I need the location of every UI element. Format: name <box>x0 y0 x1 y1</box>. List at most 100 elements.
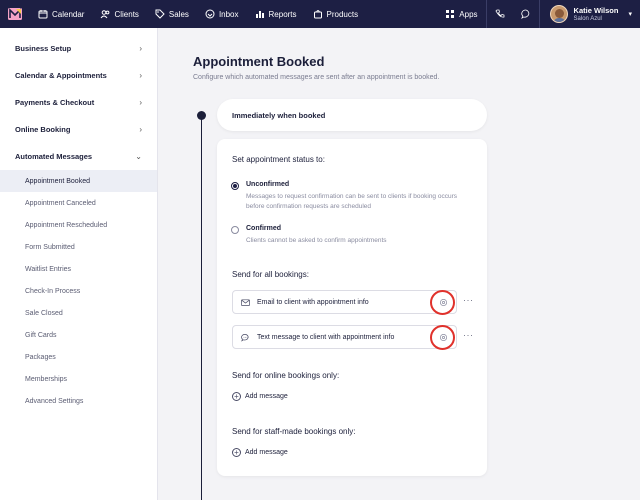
sidebar-item-label: Check-In Process <box>25 287 81 295</box>
message-row-text[interactable]: Text message to client with appointment … <box>232 325 457 349</box>
sidebar-item-appointment-rescheduled[interactable]: Appointment Rescheduled <box>0 214 157 236</box>
more-options-button[interactable]: ··· <box>463 330 474 340</box>
users-icon <box>101 10 110 19</box>
status-option-confirmed[interactable]: Confirmed Clients cannot be asked to con… <box>231 225 466 246</box>
add-message-staff-button[interactable]: + Add message <box>232 448 288 457</box>
sidebar-item-waitlist-entries[interactable]: Waitlist Entries <box>0 258 157 280</box>
timeline-dot <box>197 111 206 120</box>
sidebar-group-label: Business Setup <box>15 44 72 53</box>
sidebar-group-automated-messages[interactable]: Automated Messages ⌄ <box>0 143 157 170</box>
add-message-online-button[interactable]: + Add message <box>232 392 288 401</box>
inbox-icon <box>205 9 215 19</box>
radio-confirmed[interactable] <box>231 226 239 234</box>
status-option-unconfirmed[interactable]: Unconfirmed Messages to request confirma… <box>231 181 466 211</box>
sidebar-item-label: Gift Cards <box>25 331 57 339</box>
add-message-label: Add message <box>245 449 288 456</box>
sidebar-item-gift-cards[interactable]: Gift Cards <box>0 324 157 346</box>
nav-calendar[interactable]: Calendar <box>30 0 92 28</box>
sidebar-item-label: Form Submitted <box>25 243 75 251</box>
nav-label: Inbox <box>218 9 239 19</box>
message-label: Email to client with appointment info <box>257 298 369 306</box>
nav-products[interactable]: Products <box>305 0 367 28</box>
sidebar-item-label: Appointment Canceled <box>25 199 96 207</box>
sidebar-item-label: Memberships <box>25 375 68 383</box>
highlight-circle <box>430 325 455 350</box>
plus-circle-icon: + <box>232 448 241 457</box>
bar-chart-icon <box>255 11 264 18</box>
all-bookings-label: Send for all bookings: <box>232 270 309 279</box>
automation-card: Set appointment status to: Unconfirmed M… <box>217 139 487 476</box>
chevron-down-icon: ⌄ <box>135 152 142 161</box>
sidebar-item-memberships[interactable]: Memberships <box>0 368 157 390</box>
nav-apps[interactable]: Apps <box>437 0 485 28</box>
add-message-label: Add message <box>245 393 288 400</box>
sidebar-group-label: Online Booking <box>15 125 71 134</box>
sidebar-item-label: Appointment Rescheduled <box>25 221 108 229</box>
chevron-right-icon: › <box>139 98 142 107</box>
sidebar-group-calendar-appointments[interactable]: Calendar & Appointments › <box>0 62 157 89</box>
sidebar-group-business-setup[interactable]: Business Setup › <box>0 35 157 62</box>
sidebar-group-label: Payments & Checkout <box>15 98 95 107</box>
mail-icon <box>241 298 250 306</box>
radio-title: Confirmed <box>246 225 281 232</box>
chat-button[interactable] <box>513 0 539 28</box>
message-row-email[interactable]: Email to client with appointment info <box>232 290 457 314</box>
sidebar-item-packages[interactable]: Packages <box>0 346 157 368</box>
nav-label: Calendar <box>52 9 85 19</box>
sidebar-item-label: Waitlist Entries <box>25 265 72 273</box>
sidebar-group-label: Automated Messages <box>15 152 93 161</box>
sidebar-item-advanced-settings[interactable]: Advanced Settings <box>0 390 157 412</box>
phone-icon <box>495 9 504 18</box>
user-menu[interactable]: Katie Wilson Salon Azul ▾ <box>540 5 640 23</box>
status-section-label: Set appointment status to: <box>232 155 325 164</box>
sidebar-item-check-in-process[interactable]: Check-In Process <box>0 280 157 302</box>
nav-reports[interactable]: Reports <box>247 0 305 28</box>
chat-icon <box>520 9 529 19</box>
sidebar-item-appointment-booked[interactable]: Appointment Booked <box>0 170 157 192</box>
nav-label: Clients <box>114 9 139 19</box>
sidebar-item-form-submitted[interactable]: Form Submitted <box>0 236 157 258</box>
phone-button[interactable] <box>487 0 513 28</box>
user-location: Salon Azul <box>573 15 602 22</box>
chat-bubble-icon <box>241 333 249 342</box>
sidebar-group-payments-checkout[interactable]: Payments & Checkout › <box>0 89 157 116</box>
radio-description: Clients cannot be asked to confirm appoi… <box>246 237 387 244</box>
staff-bookings-label: Send for staff-made bookings only: <box>232 427 356 436</box>
caret-down-icon: ▾ <box>628 11 632 18</box>
avatar <box>549 5 568 23</box>
nav-clients[interactable]: Clients <box>92 0 146 28</box>
page-title: Appointment Booked <box>193 54 325 69</box>
sidebar-group-online-booking[interactable]: Online Booking › <box>0 116 157 143</box>
top-nav: Calendar Clients Sales Inbox Reports Pro… <box>0 0 640 28</box>
nav-label: Apps <box>459 9 478 19</box>
chevron-right-icon: › <box>139 44 142 53</box>
more-options-button[interactable]: ··· <box>463 295 474 305</box>
sidebar-item-label: Sale Closed <box>25 309 63 317</box>
radio-title: Unconfirmed <box>246 181 290 188</box>
nav-label: Products <box>326 9 359 19</box>
nav-right: Apps Katie Wilson Salon Azul ▾ <box>437 0 640 28</box>
app-logo[interactable] <box>0 0 30 28</box>
radio-unconfirmed[interactable] <box>231 182 239 190</box>
page-subtitle: Configure which automated messages are s… <box>193 74 440 81</box>
main-content: Appointment Booked Configure which autom… <box>158 28 640 500</box>
sidebar-item-label: Packages <box>25 353 56 361</box>
online-bookings-label: Send for online bookings only: <box>232 371 340 380</box>
trigger-label: Immediately when booked <box>232 110 326 120</box>
nav-label: Reports <box>268 9 297 19</box>
radio-description: Messages to request confirmation can be … <box>246 193 457 210</box>
bag-icon <box>313 10 322 19</box>
grid-icon <box>446 10 455 18</box>
timeline-line <box>201 116 202 500</box>
chevron-right-icon: › <box>139 71 142 80</box>
sidebar-group-label: Calendar & Appointments <box>15 71 107 80</box>
plus-circle-icon: + <box>232 392 241 401</box>
sidebar-item-appointment-canceled[interactable]: Appointment Canceled <box>0 192 157 214</box>
sidebar-item-sale-closed[interactable]: Sale Closed <box>0 302 157 324</box>
settings-sidebar: Business Setup › Calendar & Appointments… <box>0 28 158 500</box>
calendar-icon <box>38 10 48 19</box>
nav-inbox[interactable]: Inbox <box>197 0 247 28</box>
nav-sales[interactable]: Sales <box>147 0 197 28</box>
sidebar-item-label: Advanced Settings <box>25 397 84 405</box>
sidebar-item-label: Appointment Booked <box>25 177 90 185</box>
